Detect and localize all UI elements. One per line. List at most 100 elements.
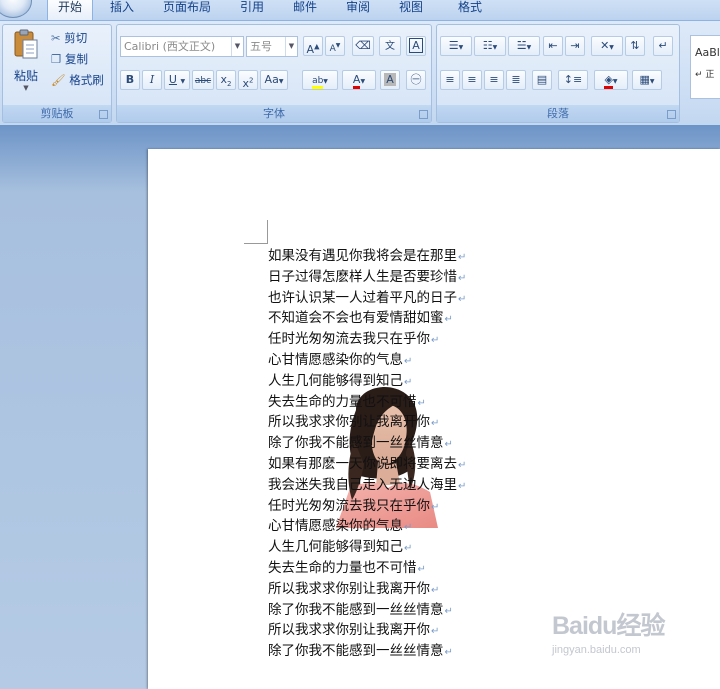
tab-insert[interactable]: 插入: [108, 0, 136, 20]
change-case-icon: Aa: [264, 73, 279, 86]
paragraph-dialog-launcher[interactable]: [667, 110, 676, 119]
text-line: 所以我求求你别让我离开你↵: [268, 414, 440, 431]
text-line: 失去生命的力量也不可惜↵: [268, 393, 426, 410]
line-spacing-button[interactable]: ↕≡: [558, 70, 588, 90]
borders-button[interactable]: ▦▼: [632, 70, 662, 90]
chinese-layout-icon: ✕: [600, 39, 610, 52]
justify-button[interactable]: ≣: [506, 70, 526, 90]
align-right-button[interactable]: ≡: [484, 70, 504, 90]
italic-button[interactable]: I: [142, 70, 162, 90]
text-line: 日子过得怎麽样人生是否要珍惜↵: [268, 268, 467, 285]
enclose-characters-button[interactable]: ㊀: [406, 70, 426, 90]
ribbon-tab-bar: 开始 插入 页面布局 引用 邮件 审阅 视图 格式: [0, 0, 720, 20]
paste-label: 粘贴: [13, 69, 38, 83]
ribbon: 粘贴 ▼ ✂ 剪切 ❐ 复制 🖌 格式刷 剪贴板 Calibri (西文正文) …: [0, 20, 720, 125]
shading-button[interactable]: ◈▼: [594, 70, 628, 90]
font-size-value: 五号: [250, 40, 272, 53]
cut-button[interactable]: ✂ 剪切: [51, 30, 87, 46]
tab-mailings[interactable]: 邮件: [291, 0, 319, 20]
phonetic-icon: 文: [385, 41, 395, 52]
margin-crop-mark: [267, 220, 268, 244]
clipboard-group: 粘贴 ▼ ✂ 剪切 ❐ 复制 🖌 格式刷 剪贴板: [2, 24, 112, 123]
copy-button[interactable]: ❐ 复制: [51, 51, 88, 67]
tab-format[interactable]: 格式: [456, 0, 484, 20]
font-group-label: 字体: [117, 105, 431, 122]
bullets-button[interactable]: ☰▼: [440, 36, 472, 56]
clipboard-dialog-launcher[interactable]: [99, 110, 108, 119]
office-button[interactable]: [0, 0, 32, 18]
subscript-icon: x2: [220, 73, 232, 89]
align-left-button[interactable]: ≡: [440, 70, 460, 90]
underline-button[interactable]: U ▼: [164, 70, 190, 90]
text-line: 人生几何能够得到知己↵: [268, 372, 413, 389]
char-border-icon: A: [409, 38, 423, 53]
char-shading-icon: A: [384, 73, 396, 86]
font-size-select[interactable]: 五号 ▼: [246, 36, 298, 57]
font-name-value: Calibri (西文正文): [124, 40, 216, 53]
change-case-button[interactable]: Aa▼: [260, 70, 288, 90]
text-line: 心甘情愿感染你的气息↵: [268, 518, 413, 535]
font-group: Calibri (西文正文) ▼ 五号 ▼ A▲ A▼ ⌫ 文 A B I U …: [116, 24, 432, 123]
shrink-font-button[interactable]: A▼: [325, 36, 345, 56]
numbered-list-icon: ☷: [482, 39, 493, 52]
brush-icon: 🖌: [51, 73, 66, 87]
tab-page-layout[interactable]: 页面布局: [161, 0, 213, 20]
chinese-layout-button[interactable]: ✕▼: [591, 36, 623, 56]
font-color-button[interactable]: A▼: [342, 70, 376, 90]
tab-home[interactable]: 开始: [47, 0, 93, 20]
paste-dropdown-arrow[interactable]: ▼: [11, 84, 41, 92]
character-border-button[interactable]: A: [406, 36, 426, 56]
text-line: 失去生命的力量也不可惜↵: [268, 559, 426, 576]
text-line: 所以我求求你别让我离开你↵: [268, 622, 440, 639]
character-shading-button[interactable]: A: [380, 70, 400, 90]
paste-button[interactable]: 粘贴 ▼: [11, 29, 41, 95]
scissors-icon: ✂: [51, 31, 61, 45]
paragraph-group: ☰▼ ☷▼ ☱▼ ⇤ ⇥ ✕▼ ⇅ ↵ ≡ ≡ ≡ ≣ ▤ ↕≡ ◈▼ ▦▼ 段…: [436, 24, 680, 123]
text-line: 除了你我不能感到一丝丝情意↵: [268, 601, 453, 618]
style-preview-mark: ↵ 正: [695, 70, 715, 80]
subscript-button[interactable]: x2: [216, 70, 236, 90]
multilevel-list-button[interactable]: ☱▼: [508, 36, 540, 56]
distribute-icon: ▤: [536, 73, 548, 86]
paragraph-group-label: 段落: [437, 105, 679, 122]
chevron-down-icon: ▼: [231, 37, 243, 56]
document-body[interactable]: 如果没有遇见你我将会是在那里↵ 日子过得怎麽样人生是否要珍惜↵ 也许认识某一人过…: [268, 246, 528, 662]
watermark-url: jingyan.baidu.com: [552, 644, 641, 656]
phonetic-guide-button[interactable]: 文: [379, 36, 401, 56]
sort-icon: ⇅: [630, 39, 640, 52]
tab-references[interactable]: 引用: [238, 0, 266, 20]
align-right-icon: ≡: [489, 73, 499, 86]
show-marks-button[interactable]: ↵: [653, 36, 673, 56]
grow-font-button[interactable]: A▲: [303, 36, 323, 56]
superscript-icon: x2: [242, 76, 254, 90]
baidu-jingyan-watermark: Baidu经验 jingyan.baidu.com: [552, 606, 702, 666]
paint-bucket-icon: ◈: [604, 73, 613, 89]
strikethrough-button[interactable]: abc: [192, 70, 214, 90]
clear-format-button[interactable]: ⌫: [352, 36, 374, 56]
style-preview-normal: AaBl: [695, 46, 720, 59]
increase-indent-button[interactable]: ⇥: [565, 36, 585, 56]
chevron-down-icon: ▼: [285, 37, 297, 56]
format-painter-button[interactable]: 🖌 格式刷: [51, 72, 104, 88]
clipboard-group-label: 剪贴板: [3, 105, 111, 122]
tab-view[interactable]: 视图: [397, 0, 425, 20]
highlight-button[interactable]: ab▼: [302, 70, 338, 90]
font-name-select[interactable]: Calibri (西文正文) ▼: [120, 36, 244, 57]
distributed-button[interactable]: ▤: [532, 70, 552, 90]
font-dialog-launcher[interactable]: [419, 110, 428, 119]
text-line: 除了你我不能感到一丝丝情意↵: [268, 435, 453, 452]
bold-button[interactable]: B: [120, 70, 140, 90]
superscript-button[interactable]: x2: [238, 70, 258, 90]
text-line: 也许认识某一人过着平凡的日子↵: [268, 289, 467, 306]
line-spacing-icon: ↕≡: [563, 73, 583, 86]
align-center-button[interactable]: ≡: [462, 70, 482, 90]
text-line: 任时光匆匆流去我只在乎你↵: [268, 331, 440, 348]
shrink-font-icon: A▼: [329, 42, 341, 54]
styles-gallery[interactable]: AaBl ↵ 正: [690, 35, 720, 99]
sort-button[interactable]: ⇅: [625, 36, 645, 56]
numbering-button[interactable]: ☷▼: [474, 36, 506, 56]
italic-icon: I: [149, 73, 155, 86]
align-left-icon: ≡: [445, 73, 455, 86]
tab-review[interactable]: 审阅: [344, 0, 372, 20]
decrease-indent-button[interactable]: ⇤: [543, 36, 563, 56]
